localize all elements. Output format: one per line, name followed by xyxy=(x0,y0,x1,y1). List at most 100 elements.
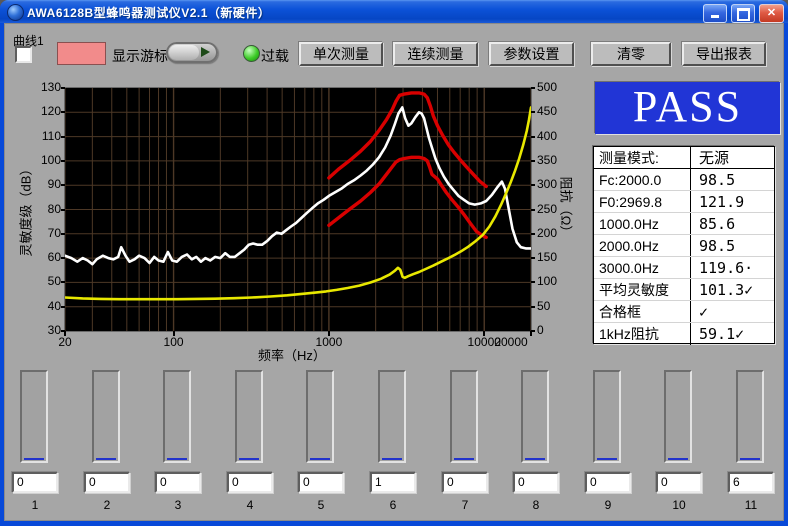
level-meter-fill xyxy=(24,458,44,460)
left-axis-tick: 110 xyxy=(30,129,61,143)
result-name: 1kHz阻抗 xyxy=(594,323,691,345)
show-cursor-toggle[interactable] xyxy=(166,42,218,63)
continuous-measure-button[interactable]: 连续测量 xyxy=(393,42,478,66)
level-meter xyxy=(664,370,692,463)
level-meter-fill xyxy=(239,458,259,460)
upper-limit-curve xyxy=(329,93,486,186)
level-meter xyxy=(736,370,764,463)
tick-mark xyxy=(483,331,485,336)
overload-label: 过载 xyxy=(261,46,289,66)
right-axis-tick: 100 xyxy=(537,274,571,288)
result-row: 1000.0Hz85.6 xyxy=(594,213,774,235)
result-row: F0:2969.8121.9 xyxy=(594,191,774,213)
left-axis-tick: 130 xyxy=(30,80,61,94)
x-axis-tick: 20000 xyxy=(489,335,533,349)
tick-mark xyxy=(531,136,535,138)
left-axis-tick: 100 xyxy=(30,153,61,167)
result-name: 测量模式: xyxy=(594,147,691,168)
client-area: 曲线1 显示游标 过载 单次测量连续测量参数设置清零导出报表 灵敏度级（dB） … xyxy=(4,23,784,521)
level-meter xyxy=(163,370,191,463)
meter-value-field[interactable]: 0 xyxy=(298,472,344,493)
level-meter xyxy=(450,370,478,463)
chart-svg xyxy=(65,88,531,331)
meter-value-field[interactable]: 0 xyxy=(442,472,488,493)
right-axis-tick: 400 xyxy=(537,129,571,143)
meter-value-field[interactable]: 0 xyxy=(12,472,58,493)
right-axis-tick: 200 xyxy=(537,226,571,240)
left-axis-tick: 70 xyxy=(30,226,61,240)
result-value: 85.6 xyxy=(691,215,774,233)
single-measure-button[interactable]: 单次测量 xyxy=(299,42,383,66)
result-name: 合格框 xyxy=(594,301,691,322)
result-row: 1kHz阻抗59.1✓ xyxy=(594,323,774,345)
level-meter-fill xyxy=(597,458,617,460)
level-meter-fill xyxy=(167,458,187,460)
meter-value-field[interactable]: 0 xyxy=(155,472,201,493)
left-axis-tick: 90 xyxy=(30,177,61,191)
result-value: 无源 xyxy=(691,147,774,168)
tick-mark xyxy=(61,87,65,89)
tick-mark xyxy=(61,209,65,211)
meter-value-field[interactable]: 0 xyxy=(513,472,559,493)
tick-mark xyxy=(61,233,65,235)
right-axis-tick: 350 xyxy=(537,153,571,167)
tick-mark xyxy=(530,331,532,336)
meter-label: 2 xyxy=(84,498,130,512)
tick-mark xyxy=(61,136,65,138)
meter-label: 1 xyxy=(12,498,58,512)
level-meter-fill xyxy=(668,458,688,460)
meter-label: 9 xyxy=(585,498,631,512)
meter-label: 7 xyxy=(442,498,488,512)
result-name: Fc:2000.0 xyxy=(594,169,691,190)
tick-mark xyxy=(61,111,65,113)
result-name: 3000.0Hz xyxy=(594,257,691,278)
right-axis-tick: 0 xyxy=(537,323,571,337)
plot-area[interactable] xyxy=(65,88,531,331)
tick-mark xyxy=(61,184,65,186)
app-window: AWA6128B型蜂鸣器测试仪V2.1（新硬件） ✕ 曲线1 显示游标 过载 单… xyxy=(0,0,788,526)
curve1-color-swatch[interactable] xyxy=(57,42,106,65)
result-row: 平均灵敏度101.3✓ xyxy=(594,279,774,301)
meter-label: 8 xyxy=(513,498,559,512)
tick-mark xyxy=(61,306,65,308)
tick-mark xyxy=(173,331,175,336)
tick-mark xyxy=(531,233,535,235)
curve1-checkbox[interactable] xyxy=(15,46,32,63)
meter-label: 10 xyxy=(656,498,702,512)
result-value: 121.9 xyxy=(691,193,774,211)
result-value: 119.6· xyxy=(691,259,774,277)
meter-value-field[interactable]: 0 xyxy=(656,472,702,493)
meter-value-field[interactable]: 1 xyxy=(370,472,416,493)
result-row: 合格框✓ xyxy=(594,301,774,323)
level-meter-fill xyxy=(454,458,474,460)
level-meter xyxy=(306,370,334,463)
meter-value-field[interactable]: 0 xyxy=(585,472,631,493)
result-name: 2000.0Hz xyxy=(594,235,691,256)
right-axis-tick: 500 xyxy=(537,80,571,94)
meter-label: 3 xyxy=(155,498,201,512)
level-meter-fill xyxy=(740,458,760,460)
export-report-button[interactable]: 导出报表 xyxy=(682,42,766,66)
toggle-arrow-icon xyxy=(201,47,210,57)
tick-mark xyxy=(531,160,535,162)
level-meter-fill xyxy=(96,458,116,460)
tick-mark xyxy=(61,160,65,162)
result-name: 平均灵敏度 xyxy=(594,279,691,300)
right-axis-tick: 50 xyxy=(537,299,571,313)
result-value: ✓ xyxy=(691,303,774,321)
level-meter xyxy=(521,370,549,463)
level-meter xyxy=(92,370,120,463)
parameter-settings-button[interactable]: 参数设置 xyxy=(489,42,574,66)
meter-value-field[interactable]: 0 xyxy=(84,472,130,493)
result-value: 101.3✓ xyxy=(691,281,774,299)
results-table: 测量模式:无源Fc:2000.098.5F0:2969.8121.91000.0… xyxy=(593,146,775,344)
meter-label: 4 xyxy=(227,498,273,512)
meter-value-field[interactable]: 6 xyxy=(728,472,774,493)
result-row: Fc:2000.098.5 xyxy=(594,169,774,191)
level-meter-fill xyxy=(382,458,402,460)
result-name: 1000.0Hz xyxy=(594,213,691,234)
zero-button[interactable]: 清零 xyxy=(591,42,671,66)
result-row: 测量模式:无源 xyxy=(594,147,774,169)
meter-value-field[interactable]: 0 xyxy=(227,472,273,493)
overload-led-indicator xyxy=(243,45,260,62)
